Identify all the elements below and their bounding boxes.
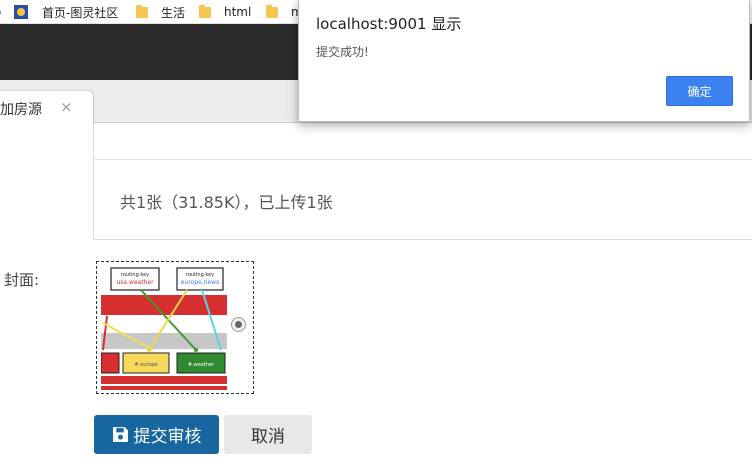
dialog-ok-button[interactable]: 确定 bbox=[666, 76, 733, 106]
cancel-button[interactable]: 取消 bbox=[224, 415, 312, 454]
tab-label: 加房源 bbox=[0, 102, 42, 118]
divider bbox=[94, 159, 752, 160]
folder-icon bbox=[136, 4, 148, 18]
tab-add-listing[interactable]: 加房源 × bbox=[0, 90, 94, 123]
cover-thumbnail: routing key usa.weather routing key euro… bbox=[101, 266, 227, 390]
bookmark-folder-life[interactable]: 生活 bbox=[136, 3, 185, 21]
submit-review-button[interactable]: 提交审核 bbox=[94, 415, 219, 454]
upload-status: 共1张（31.85K），已上传1张 bbox=[120, 193, 333, 212]
thumb-queue-label: #.europe bbox=[134, 362, 157, 368]
close-icon[interactable]: × bbox=[60, 98, 73, 116]
thumb-queue-label: #.weather bbox=[188, 362, 215, 368]
thumb-card-label: routing key bbox=[186, 272, 214, 278]
cover-image-option[interactable]: routing key usa.weather routing key euro… bbox=[96, 261, 254, 394]
bookmark-partial[interactable]: o bbox=[0, 3, 1, 21]
image-uploader: 共1张（31.85K），已上传1张 bbox=[93, 123, 752, 240]
bookmark-label: 首页-图灵社区 bbox=[42, 5, 119, 20]
alert-dialog: localhost:9001 显示 提交成功! 确定 bbox=[298, 0, 750, 122]
cover-label: 封面: bbox=[4, 271, 40, 289]
save-icon bbox=[112, 427, 128, 442]
dialog-title: localhost:9001 显示 bbox=[316, 15, 462, 33]
dialog-message: 提交成功! bbox=[316, 45, 369, 59]
folder-icon bbox=[266, 4, 278, 18]
submit-label: 提交审核 bbox=[133, 427, 202, 447]
site-icon bbox=[14, 5, 28, 19]
bookmark-folder-html[interactable]: html bbox=[199, 3, 251, 21]
cover-select-radio[interactable] bbox=[231, 317, 246, 332]
thumb-card-label: routing key bbox=[121, 272, 149, 278]
thumb-card-value: europe.news bbox=[181, 279, 219, 286]
main-content: 共1张（31.85K），已上传1张 封面: routing key usa.we… bbox=[0, 123, 752, 469]
bookmark-label: 生活 bbox=[161, 5, 186, 20]
bookmark-label: html bbox=[224, 5, 252, 19]
folder-icon bbox=[199, 4, 211, 18]
bookmark-tulingshequ[interactable]: 首页-图灵社区 bbox=[14, 3, 118, 21]
thumb-card-value: usa.weather bbox=[116, 279, 154, 286]
